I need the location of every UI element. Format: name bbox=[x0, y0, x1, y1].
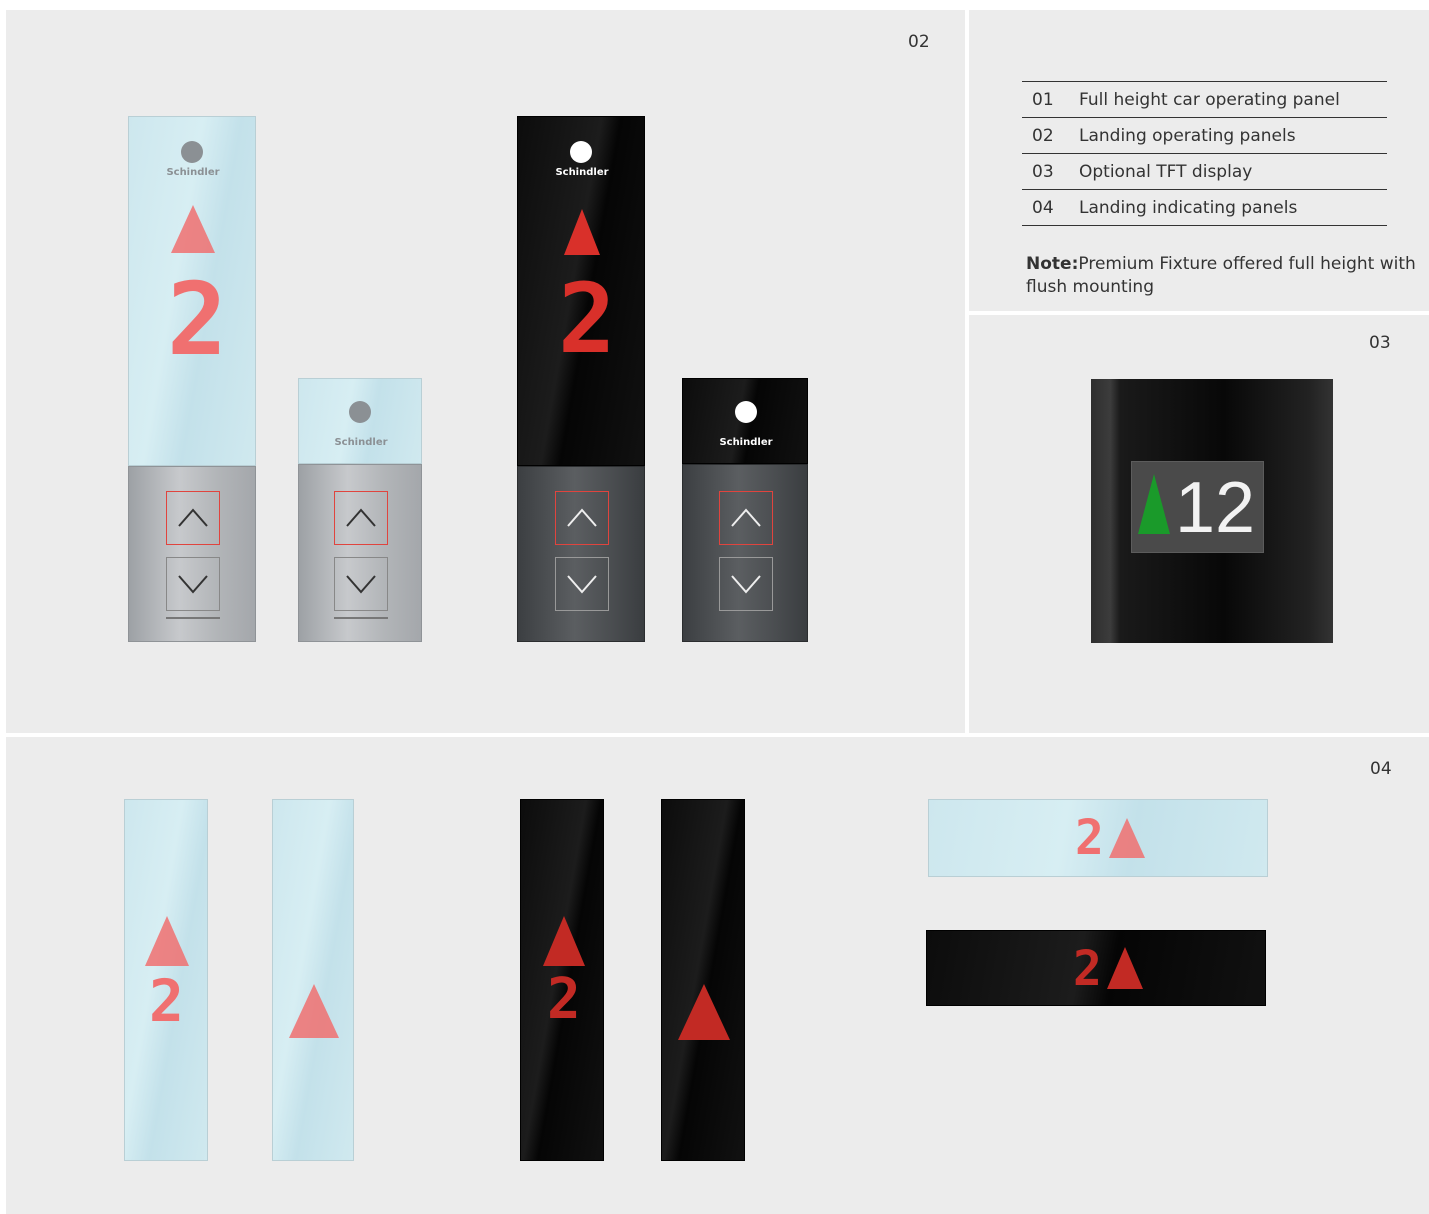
section-number: 03 bbox=[1369, 333, 1391, 353]
call-up-button[interactable] bbox=[719, 491, 773, 545]
legend-item: 04 Landing indicating panels bbox=[1022, 190, 1387, 226]
call-down-button[interactable] bbox=[166, 557, 220, 611]
light-landing-button-plate bbox=[298, 464, 422, 642]
up-arrow-led-icon bbox=[543, 916, 585, 966]
light-vertical-indicator-arrow bbox=[272, 799, 354, 1161]
legend-item: 03 Optional TFT display bbox=[1022, 154, 1387, 190]
landing-operating-panels-section: 02 Schindler 2 Schindler Schindler 2 Sch… bbox=[6, 10, 965, 733]
up-arrow-led-icon bbox=[1109, 818, 1145, 858]
floor-indicator: 2 bbox=[1075, 810, 1104, 866]
dark-full-height-panel: Schindler 2 bbox=[517, 116, 645, 466]
legend-item: 02 Landing operating panels bbox=[1022, 118, 1387, 154]
brand-label: Schindler bbox=[334, 437, 388, 448]
call-up-button[interactable] bbox=[555, 491, 609, 545]
section-number: 04 bbox=[1370, 759, 1392, 779]
brand-label: Schindler bbox=[555, 167, 609, 178]
note-text: Premium Fixture offered full height with… bbox=[1026, 254, 1416, 297]
tft-screen: 12 bbox=[1131, 461, 1264, 553]
floor-indicator: 2 bbox=[167, 261, 228, 378]
schindler-logo-icon bbox=[570, 141, 592, 163]
up-arrow-led-icon bbox=[678, 984, 730, 1040]
up-arrow-led-icon bbox=[145, 916, 189, 966]
light-full-height-panel: Schindler 2 bbox=[128, 116, 256, 466]
dark-vertical-indicator: 2 bbox=[520, 799, 604, 1161]
tft-display-section: 03 12 bbox=[969, 315, 1429, 733]
call-up-button[interactable] bbox=[334, 491, 388, 545]
schindler-logo-icon bbox=[735, 401, 757, 423]
brand-label: Schindler bbox=[166, 167, 220, 178]
up-arrow-led-icon bbox=[564, 209, 600, 255]
floor-indicator: 2 bbox=[547, 967, 581, 1032]
dark-full-height-button-plate bbox=[517, 466, 645, 642]
tft-floor-number: 12 bbox=[1175, 468, 1256, 548]
legend-item-label: Full height car operating panel bbox=[1079, 89, 1340, 110]
dark-landing-button-plate bbox=[682, 464, 808, 642]
legend-item: 01 Full height car operating panel bbox=[1022, 82, 1387, 118]
up-arrow-led-icon bbox=[289, 984, 339, 1038]
dark-horizontal-indicator: 2 bbox=[926, 930, 1266, 1006]
legend-item-number: 03 bbox=[1032, 161, 1054, 182]
call-down-button[interactable] bbox=[555, 557, 609, 611]
schindler-logo-icon bbox=[349, 401, 371, 423]
legend-item-label: Optional TFT display bbox=[1079, 161, 1253, 182]
call-down-button[interactable] bbox=[719, 557, 773, 611]
call-up-button[interactable] bbox=[166, 491, 220, 545]
note: Note:Premium Fixture offered full height… bbox=[1026, 253, 1416, 299]
legend-item-label: Landing operating panels bbox=[1079, 125, 1296, 146]
dark-vertical-indicator-arrow bbox=[661, 799, 745, 1161]
light-landing-panel: Schindler bbox=[298, 378, 422, 464]
note-label: Note: bbox=[1026, 254, 1079, 274]
floor-indicator: 2 bbox=[1073, 941, 1102, 997]
brand-label: Schindler bbox=[719, 437, 773, 448]
floor-indicator: 2 bbox=[558, 263, 616, 375]
legend-item-label: Landing indicating panels bbox=[1079, 197, 1298, 218]
button-divider bbox=[166, 617, 220, 619]
up-arrow-led-icon bbox=[171, 205, 215, 253]
up-arrow-led-icon bbox=[1107, 947, 1143, 989]
legend-item-number: 04 bbox=[1032, 197, 1054, 218]
legend-item-number: 01 bbox=[1032, 89, 1054, 110]
landing-indicating-panels-section: 04 2 2 2 2 bbox=[6, 737, 1429, 1214]
light-full-height-button-plate bbox=[128, 466, 256, 642]
legend-list: 01 Full height car operating panel 02 La… bbox=[1022, 81, 1387, 226]
schindler-logo-icon bbox=[181, 141, 203, 163]
light-vertical-indicator: 2 bbox=[124, 799, 208, 1161]
dark-landing-panel: Schindler bbox=[682, 378, 808, 464]
section-number: 02 bbox=[908, 32, 930, 52]
up-arrow-icon bbox=[1138, 474, 1170, 534]
call-down-button[interactable] bbox=[334, 557, 388, 611]
button-divider bbox=[334, 617, 388, 619]
legend-panel: 01 Full height car operating panel 02 La… bbox=[969, 10, 1429, 311]
legend-item-number: 02 bbox=[1032, 125, 1054, 146]
light-horizontal-indicator: 2 bbox=[928, 799, 1268, 877]
floor-indicator: 2 bbox=[149, 967, 184, 1035]
